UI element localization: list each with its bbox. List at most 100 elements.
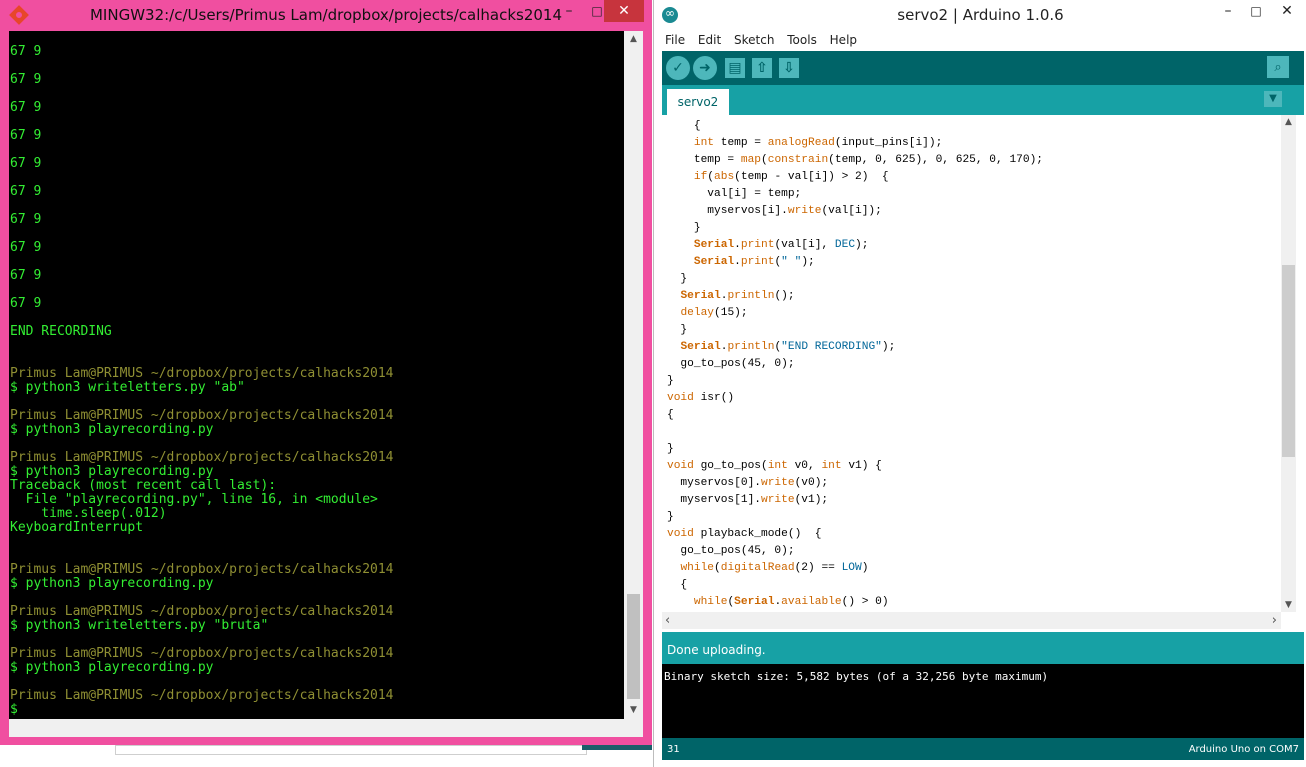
terminal-line: 67 9 <box>10 268 42 283</box>
terminal-line: 67 9 <box>10 296 42 311</box>
menu-edit[interactable]: Edit <box>698 33 721 47</box>
scroll-right-icon[interactable]: › <box>1272 612 1277 629</box>
code-line: myservos[1].write(v1); <box>667 494 829 506</box>
code-line: { <box>667 409 674 421</box>
code-line: void isr() <box>667 392 735 404</box>
close-button[interactable]: ✕ <box>1267 0 1306 22</box>
terminal-line: 67 9 <box>10 212 42 227</box>
code-line: void playback_mode() { <box>667 528 822 540</box>
terminal-cursor-line[interactable]: $ <box>10 703 18 717</box>
scroll-thumb[interactable] <box>627 594 640 699</box>
arduino-window[interactable]: servo2 | Arduino 1.0.6 – □ ✕ File Edit S… <box>653 0 1306 767</box>
code-line: temp = map(constrain(temp, 0, 625), 0, 6… <box>667 154 1044 166</box>
terminal-command: $ python3 playrecording.py <box>10 464 214 479</box>
scroll-down-icon[interactable]: ▼ <box>1281 600 1296 610</box>
scroll-left-icon[interactable]: ‹ <box>665 612 670 629</box>
scroll-up-icon[interactable]: ▲ <box>624 31 643 48</box>
code-line: { <box>667 120 701 132</box>
terminal-prompt: Primus Lam@PRIMUS ~/dropbox/projects/cal… <box>10 646 394 661</box>
toolbar: ✓ ➜ ▤ ⇧ ⇩ ⌕ <box>662 51 1304 85</box>
terminal-line: END RECORDING <box>10 324 112 339</box>
terminal-command: $ python3 playrecording.py <box>10 422 214 437</box>
maximize-button[interactable]: □ <box>1242 0 1270 22</box>
terminal-command: $ python3 writeletters.py "bruta" <box>10 618 269 633</box>
terminal-prompt: Primus Lam@PRIMUS ~/dropbox/projects/cal… <box>10 562 394 577</box>
tab-menu-icon[interactable]: ▼ <box>1264 91 1282 107</box>
save-icon[interactable]: ⇩ <box>779 58 799 78</box>
code-line: Serial.println("END RECORDING"); <box>680 341 896 353</box>
menu-tools[interactable]: Tools <box>787 33 817 47</box>
code-editor[interactable]: { int temp = analogRead(input_pins[i]); … <box>662 115 1281 612</box>
tab-bar: servo2 ▼ <box>662 85 1304 115</box>
minimize-button[interactable]: – <box>1214 0 1242 22</box>
code-line: Serial.print(val[i], DEC); <box>693 239 869 251</box>
code-line: go_to_pos(45, 0); <box>667 545 795 557</box>
close-button[interactable]: ✕ <box>604 0 644 22</box>
menu-sketch[interactable]: Sketch <box>734 33 774 47</box>
code-line: myservos[i].write(val[i]); <box>667 205 882 217</box>
terminal-line: 67 9 <box>10 44 42 59</box>
terminal-command: $ python3 playrecording.py <box>10 660 214 675</box>
terminal-prompt: Primus Lam@PRIMUS ~/dropbox/projects/cal… <box>10 450 394 465</box>
code-line: { <box>667 579 688 591</box>
code-line: Serial.print(" "); <box>693 256 815 268</box>
new-icon[interactable]: ▤ <box>725 58 745 78</box>
code-line: go_to_pos(45, 0); <box>667 358 795 370</box>
footer-bar: 31 Arduino Uno on COM7 <box>662 738 1304 760</box>
arduino-title: servo2 | Arduino 1.0.6 <box>897 6 1064 24</box>
terminal-command: $ python3 playrecording.py <box>10 576 214 591</box>
terminal-line: 67 9 <box>10 128 42 143</box>
tab-servo2[interactable]: servo2 <box>667 89 729 115</box>
terminal-prompt: Primus Lam@PRIMUS ~/dropbox/projects/cal… <box>10 408 394 423</box>
code-line: void go_to_pos(int v0, int v1) { <box>667 460 882 472</box>
code-line: if(abs(temp - val[i]) > 2) { <box>693 171 889 183</box>
menu-bar: File Edit Sketch Tools Help <box>662 31 1304 51</box>
terminal-line: 67 9 <box>10 156 42 171</box>
code-line: delay(15); <box>680 307 748 319</box>
open-icon[interactable]: ⇧ <box>752 58 772 78</box>
terminal-line: 67 9 <box>10 72 42 87</box>
terminal-line: KeyboardInterrupt <box>10 520 144 535</box>
menu-help[interactable]: Help <box>830 33 857 47</box>
terminal-window[interactable]: MINGW32:/c/Users/Primus Lam/dropbox/proj… <box>0 0 652 745</box>
status-bar: Done uploading. <box>662 632 1304 664</box>
upload-icon[interactable]: ➜ <box>693 56 717 80</box>
terminal-line: time.sleep(.012) <box>10 506 167 521</box>
scroll-thumb[interactable] <box>1282 265 1295 457</box>
code-line: myservos[0].write(v0); <box>667 477 829 489</box>
output-console[interactable]: Binary sketch size: 5,582 bytes (of a 32… <box>662 664 1304 738</box>
terminal-prompt: Primus Lam@PRIMUS ~/dropbox/projects/cal… <box>10 688 394 703</box>
code-line: int temp = analogRead(input_pins[i]); <box>693 137 943 149</box>
terminal-bottom-border <box>9 719 643 737</box>
line-number: 31 <box>667 744 680 755</box>
terminal-line: 67 9 <box>10 240 42 255</box>
serial-monitor-icon[interactable]: ⌕ <box>1267 56 1289 78</box>
minimize-button[interactable]: – <box>555 0 583 22</box>
scroll-down-icon[interactable]: ▼ <box>624 702 643 719</box>
code-line: } <box>667 273 688 285</box>
editor-horizontal-scrollbar[interactable]: ‹ › <box>662 612 1281 629</box>
code-line: Serial.println(); <box>680 290 795 302</box>
terminal-titlebar[interactable]: MINGW32:/c/Users/Primus Lam/dropbox/proj… <box>0 0 652 31</box>
arduino-titlebar[interactable]: servo2 | Arduino 1.0.6 – □ ✕ <box>654 0 1306 31</box>
code-line: } <box>667 511 674 523</box>
terminal-line: 67 9 <box>10 100 42 115</box>
code-line: while(Serial.available() > 0) <box>693 596 889 608</box>
board-port-label: Arduino Uno on COM7 <box>1188 744 1299 755</box>
editor-vertical-scrollbar[interactable]: ▲ ▼ <box>1281 115 1296 612</box>
terminal-command: $ python3 writeletters.py "ab" <box>10 380 245 395</box>
verify-icon[interactable]: ✓ <box>666 56 690 80</box>
terminal-line: File "playrecording.py", line 16, in <mo… <box>10 492 378 507</box>
code-line: } <box>667 324 688 336</box>
code-line: } <box>667 375 674 387</box>
code-line: val[i] = temp; <box>667 188 802 200</box>
menu-file[interactable]: File <box>665 33 685 47</box>
scroll-up-icon[interactable]: ▲ <box>1281 117 1296 127</box>
terminal-prompt: Primus Lam@PRIMUS ~/dropbox/projects/cal… <box>10 366 394 381</box>
code-line: } <box>667 222 701 234</box>
terminal-scrollbar[interactable]: ▲ ▼ <box>624 31 643 719</box>
console-output: Binary sketch size: 5,582 bytes (of a 32… <box>664 670 1049 683</box>
code-line: } <box>667 443 674 455</box>
terminal-console[interactable]: 67 9 67 9 67 9 67 9 67 9 67 9 67 9 67 9 … <box>9 31 624 719</box>
terminal-prompt: Primus Lam@PRIMUS ~/dropbox/projects/cal… <box>10 604 394 619</box>
